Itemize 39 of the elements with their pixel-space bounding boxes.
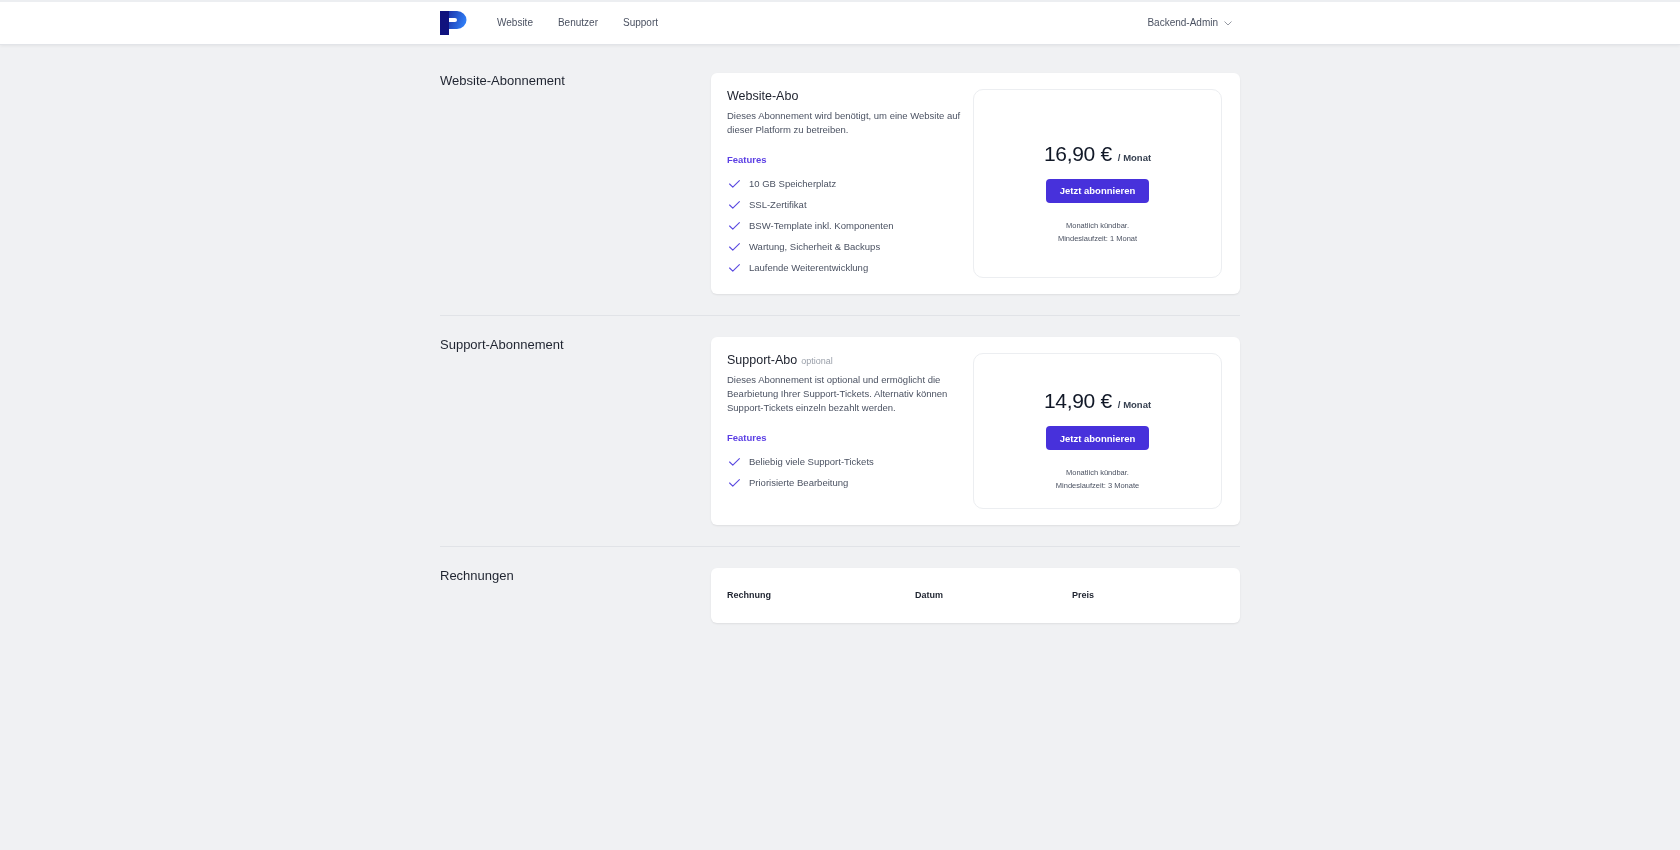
plan-description: Dieses Abonnement wird benötigt, um eine Website auf dieser Platform zu betreiben.: [727, 109, 961, 137]
section-heading: Support-Abonnement: [440, 337, 564, 353]
column-header: Preis: [1072, 589, 1095, 602]
check-icon: [729, 478, 740, 487]
price-period: / Monat: [1117, 399, 1152, 411]
feature-text: Laufende Weiterentwicklung: [749, 260, 869, 275]
nav-link[interactable]: Website: [497, 16, 533, 30]
user-menu-button[interactable]: Backend-Admin: [1147, 16, 1232, 30]
logo-icon[interactable]: [440, 11, 468, 35]
check-icon: [729, 242, 740, 251]
feature-text: 10 GB Speicherplatz: [749, 176, 837, 191]
features-heading: Features: [727, 153, 767, 167]
feature-text: Priorisierte Bearbeitung: [749, 475, 849, 490]
nav-link[interactable]: Support: [623, 16, 658, 30]
column-header: Rechnung: [727, 589, 771, 602]
check-icon: [729, 179, 740, 188]
column-header: Datum: [915, 589, 943, 602]
plan-title: Website-Abo: [727, 89, 799, 103]
feature-text: Beliebig viele Support-Tickets: [749, 454, 874, 469]
check-icon: [729, 221, 740, 230]
optional-label: optional: [801, 355, 833, 367]
plan-description: Dieses Abonnement ist optional und ermöglicht die Bearbietung Ihrer Support-Tickets. Alternativ können Support-Tickets einzeln bezahlt werden.: [727, 373, 949, 415]
features-heading: Features: [727, 431, 767, 445]
feature-text: Wartung, Sicherheit & Backups: [749, 239, 881, 254]
check-icon: [729, 457, 740, 466]
check-icon: [729, 263, 740, 272]
chevron-down-icon: [1224, 20, 1232, 26]
price-period: / Monat: [1117, 151, 1152, 164]
check-icon: [729, 200, 740, 209]
plan-title: Support-Abo: [727, 353, 798, 367]
feature-text: SSL-Zertifikat: [749, 197, 807, 212]
subscribe-button[interactable]: Jetzt abonnieren: [1045, 178, 1150, 203]
feature-text: BSW-Template inkl. Komponenten: [749, 218, 894, 233]
price-amount: 16,90 €: [1043, 140, 1112, 167]
price-amount: 14,90 €: [1043, 388, 1112, 414]
subscribe-button[interactable]: Jetzt abonnieren: [1045, 426, 1150, 450]
section-heading: Website-Abonnement: [440, 73, 565, 89]
section-heading: Rechnungen: [440, 568, 514, 584]
nav-link[interactable]: Benutzer: [557, 16, 598, 30]
